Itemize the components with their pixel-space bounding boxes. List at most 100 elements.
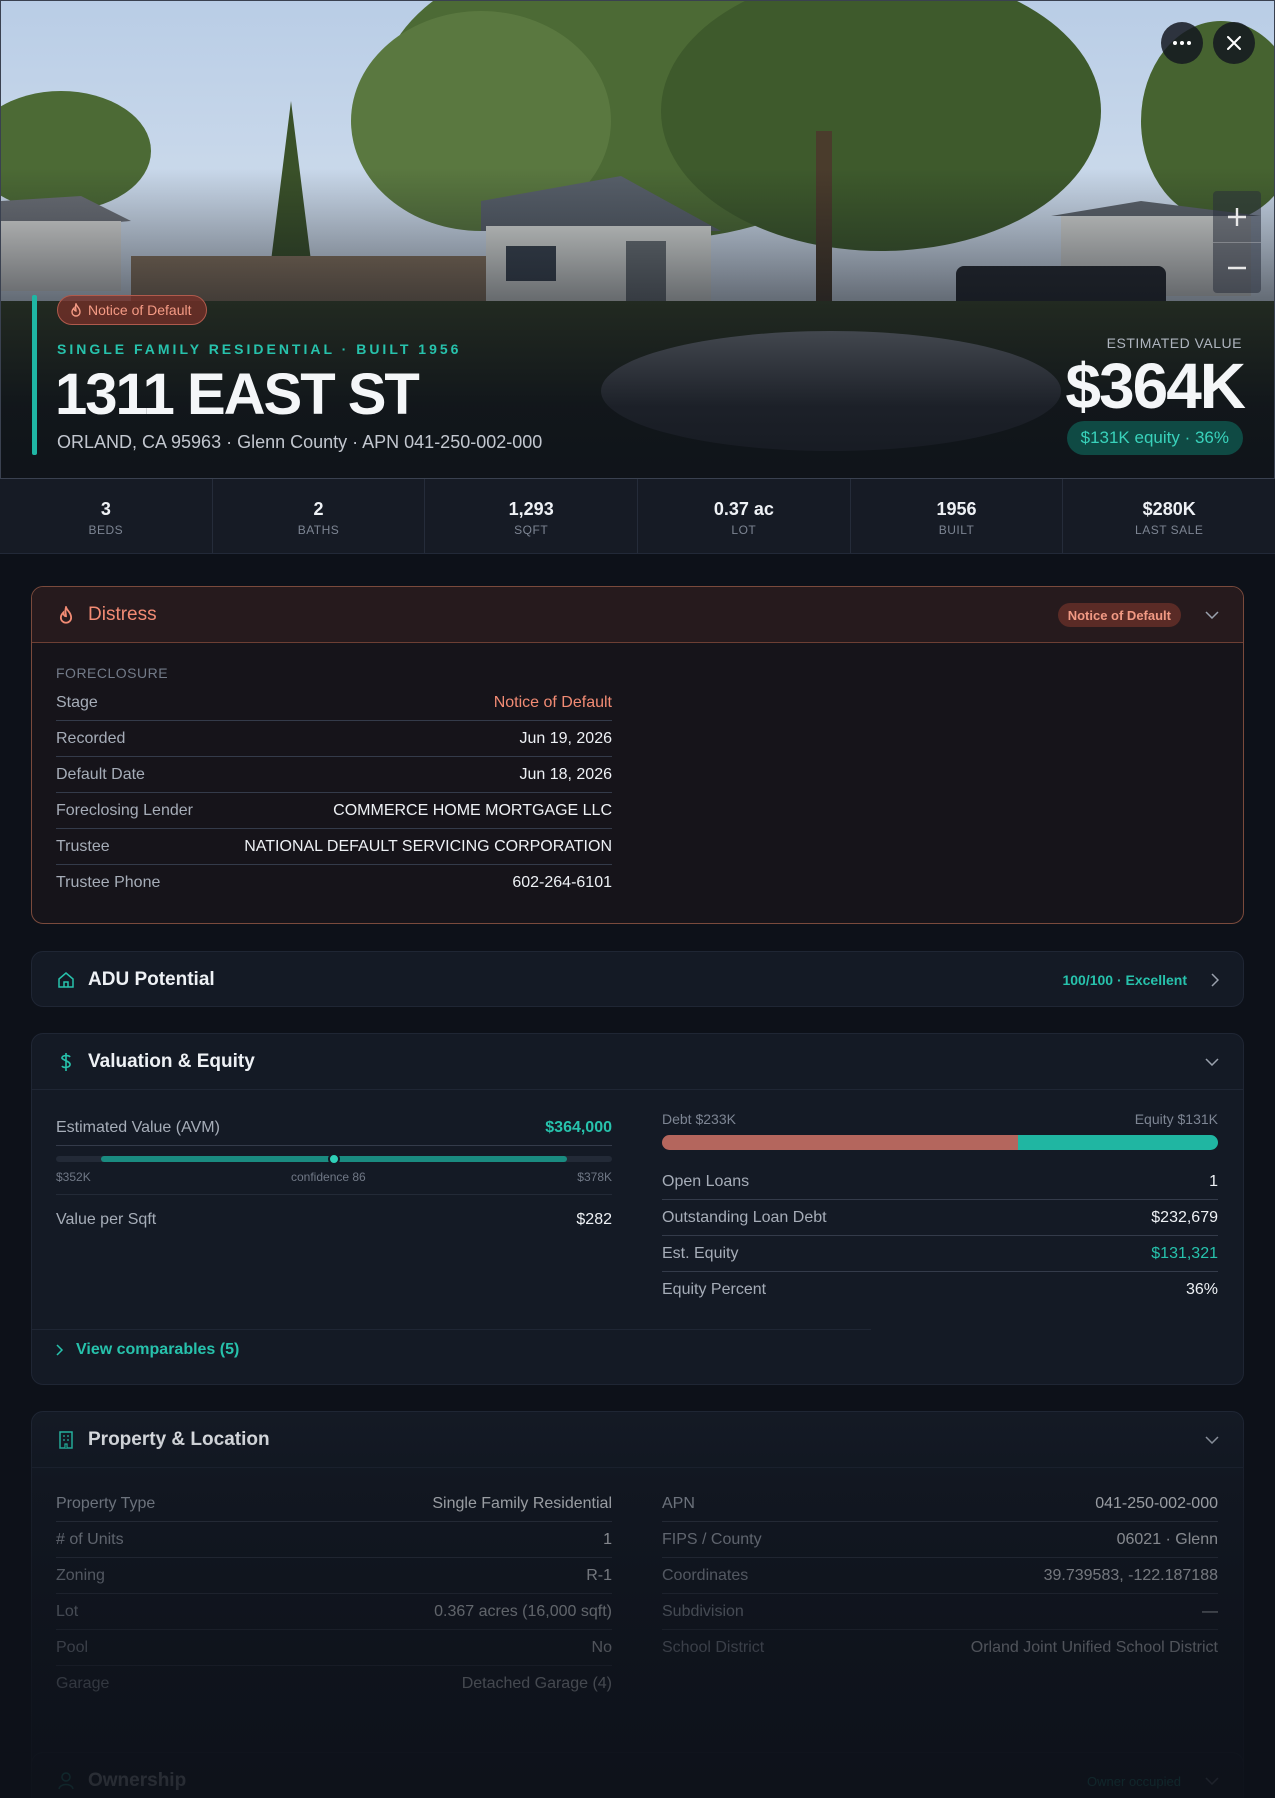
property-row-garage: Garage Detached Garage (4): [56, 1666, 612, 1702]
user-icon: [56, 1771, 76, 1791]
row-key: Recorded: [56, 729, 126, 747]
property-row-subdivision: Subdivision —: [662, 1594, 1218, 1630]
property-row-type: Property Type Single Family Residential: [56, 1486, 612, 1522]
foreclosure-label: FORECLOSURE: [56, 665, 169, 681]
row-value: 39.739583, -122.187188: [1043, 1566, 1218, 1584]
row-key: Pool: [56, 1638, 89, 1656]
debt-equity-labels: Debt $233K Equity $131K: [662, 1111, 1218, 1127]
chevron-right-icon: [56, 1344, 64, 1356]
stat-sqft: 1,293 SQFT: [425, 479, 639, 553]
zoom-in-button[interactable]: [1213, 191, 1261, 242]
avm-value: $364,000: [545, 1118, 612, 1136]
property-row-fips: FIPS / County 06021 · Glenn: [662, 1522, 1218, 1558]
row-value: —: [1202, 1602, 1218, 1620]
property-section-header[interactable]: Property & Location: [32, 1412, 1243, 1468]
stat-label: SQFT: [514, 523, 549, 537]
open-loans-row: Open Loans 1: [662, 1164, 1218, 1200]
stat-value: 0.37 ac: [713, 499, 774, 519]
row-key: Default Date: [56, 765, 145, 783]
chevron-down-icon[interactable]: [1205, 1058, 1219, 1066]
stat-baths: 2 BATHS: [213, 479, 426, 553]
row-value: $131,321: [1151, 1244, 1218, 1262]
estimated-value: $364K: [1065, 350, 1246, 422]
value-per-sqft-row: Value per Sqft $282: [56, 1194, 612, 1244]
home-icon: [56, 970, 76, 990]
row-value: No: [591, 1638, 612, 1656]
distress-row-stage: Stage Notice of Default: [56, 685, 612, 721]
row-key: Property Type: [56, 1494, 156, 1512]
property-stats-bar: 3 BEDS 2 BATHS 1,293 SQFT 0.37 ac LOT 1956 BU…: [0, 479, 1275, 554]
avm-row: Estimated Value (AVM) $364,000: [56, 1110, 612, 1146]
property-row-lot: Lot 0.367 acres (16,000 sqft): [56, 1594, 612, 1630]
row-value: 0.367 acres (16,000 sqft): [434, 1602, 612, 1620]
row-key: Coordinates: [662, 1566, 749, 1584]
property-location-section: Property & Location Property Type Single …: [31, 1411, 1244, 1798]
row-key: Est. Equity: [662, 1244, 739, 1262]
distress-section-header[interactable]: Distress Notice of Default: [32, 587, 1243, 643]
stat-label: LOT: [731, 523, 757, 537]
row-key: Value per Sqft: [56, 1210, 157, 1228]
row-key: Outstanding Loan Debt: [662, 1208, 827, 1226]
flame-icon: [56, 605, 76, 625]
stat-value: $280K: [1142, 499, 1196, 519]
property-row-apn: APN 041-250-002-000: [662, 1486, 1218, 1522]
row-value: Jun 19, 2026: [519, 729, 612, 747]
row-value: R-1: [586, 1566, 612, 1584]
distress-badge: Notice of Default: [1057, 603, 1181, 627]
building-icon: [56, 1430, 76, 1450]
avm-confidence-range-bar: [56, 1153, 612, 1165]
chevron-right-icon[interactable]: [1211, 973, 1219, 987]
distress-section: Distress Notice of Default FORECLOSURE S…: [31, 586, 1244, 924]
distress-title: Distress: [88, 603, 157, 625]
zoom-out-button[interactable]: [1213, 242, 1261, 293]
confidence-label: confidence 86: [291, 1170, 366, 1184]
adu-title: ADU Potential: [88, 969, 215, 990]
row-key: Trustee: [56, 837, 110, 855]
row-key: Trustee Phone: [56, 874, 161, 891]
owner-occupied-badge: Owner occupied: [1087, 1773, 1181, 1789]
view-comparables-link[interactable]: View comparables (5): [32, 1329, 873, 1370]
property-row-coordinates: Coordinates 39.739583, -122.187188: [662, 1558, 1218, 1594]
stat-value: 3: [100, 499, 111, 519]
more-options-button[interactable]: [1161, 22, 1203, 64]
row-value: 36%: [1185, 1281, 1218, 1298]
ownership-section: Ownership Owner occupied: [31, 1752, 1244, 1798]
close-button[interactable]: [1213, 22, 1255, 64]
equity-percent-row: Equity Percent 36%: [662, 1272, 1218, 1308]
row-value: Notice of Default: [493, 693, 612, 711]
hero-street-view: Notice of Default SINGLE FAMILY RESIDENT…: [0, 0, 1275, 479]
row-key: Estimated Value (AVM): [56, 1118, 220, 1136]
ownership-section-header[interactable]: Ownership Owner occupied: [32, 1753, 1243, 1798]
stat-label: LAST SALE: [1135, 523, 1204, 537]
property-address: 1311 EAST ST: [55, 362, 420, 427]
range-low: $352K: [56, 1170, 91, 1184]
stat-label: BUILT: [938, 523, 975, 537]
row-value: Single Family Residential: [432, 1494, 612, 1512]
chevron-down-icon[interactable]: [1205, 1436, 1219, 1444]
valuation-section-header[interactable]: Valuation & Equity: [32, 1034, 1243, 1090]
row-key: Stage: [56, 693, 98, 711]
valuation-title: Valuation & Equity: [88, 1050, 255, 1072]
distress-row-recorded: Recorded Jun 19, 2026: [56, 721, 612, 757]
street-view-zoom-control: [1213, 191, 1261, 293]
row-key: Lot: [56, 1602, 79, 1620]
stat-lot: 0.37 ac LOT: [638, 479, 851, 553]
row-key: Garage: [56, 1675, 110, 1692]
row-value: $232,679: [1151, 1208, 1218, 1226]
property-row-school-district: School District Orland Joint Unified Scho…: [662, 1630, 1218, 1666]
stat-value: 1956: [936, 499, 977, 519]
row-value: 041-250-002-000: [1095, 1494, 1218, 1512]
row-key: Equity Percent: [662, 1281, 767, 1298]
hero-accent-bar: [32, 295, 37, 455]
chevron-down-icon[interactable]: [1205, 611, 1219, 619]
property-subline: ORLAND, CA 95963 · Glenn County · APN 04…: [57, 432, 543, 452]
adu-section-header[interactable]: ADU Potential 100/100 · Excellent: [32, 952, 1243, 1006]
equity-label: Equity $131K: [1134, 1111, 1218, 1127]
stat-beds: 3 BEDS: [0, 479, 213, 553]
close-icon: [1227, 36, 1241, 50]
plus-icon: [1228, 207, 1246, 226]
chevron-down-icon[interactable]: [1205, 1777, 1219, 1785]
adu-potential-section[interactable]: ADU Potential 100/100 · Excellent: [31, 951, 1244, 1007]
equity-badge: $131K equity · 36%: [1066, 421, 1243, 455]
debt-equity-bar: [662, 1135, 1218, 1150]
